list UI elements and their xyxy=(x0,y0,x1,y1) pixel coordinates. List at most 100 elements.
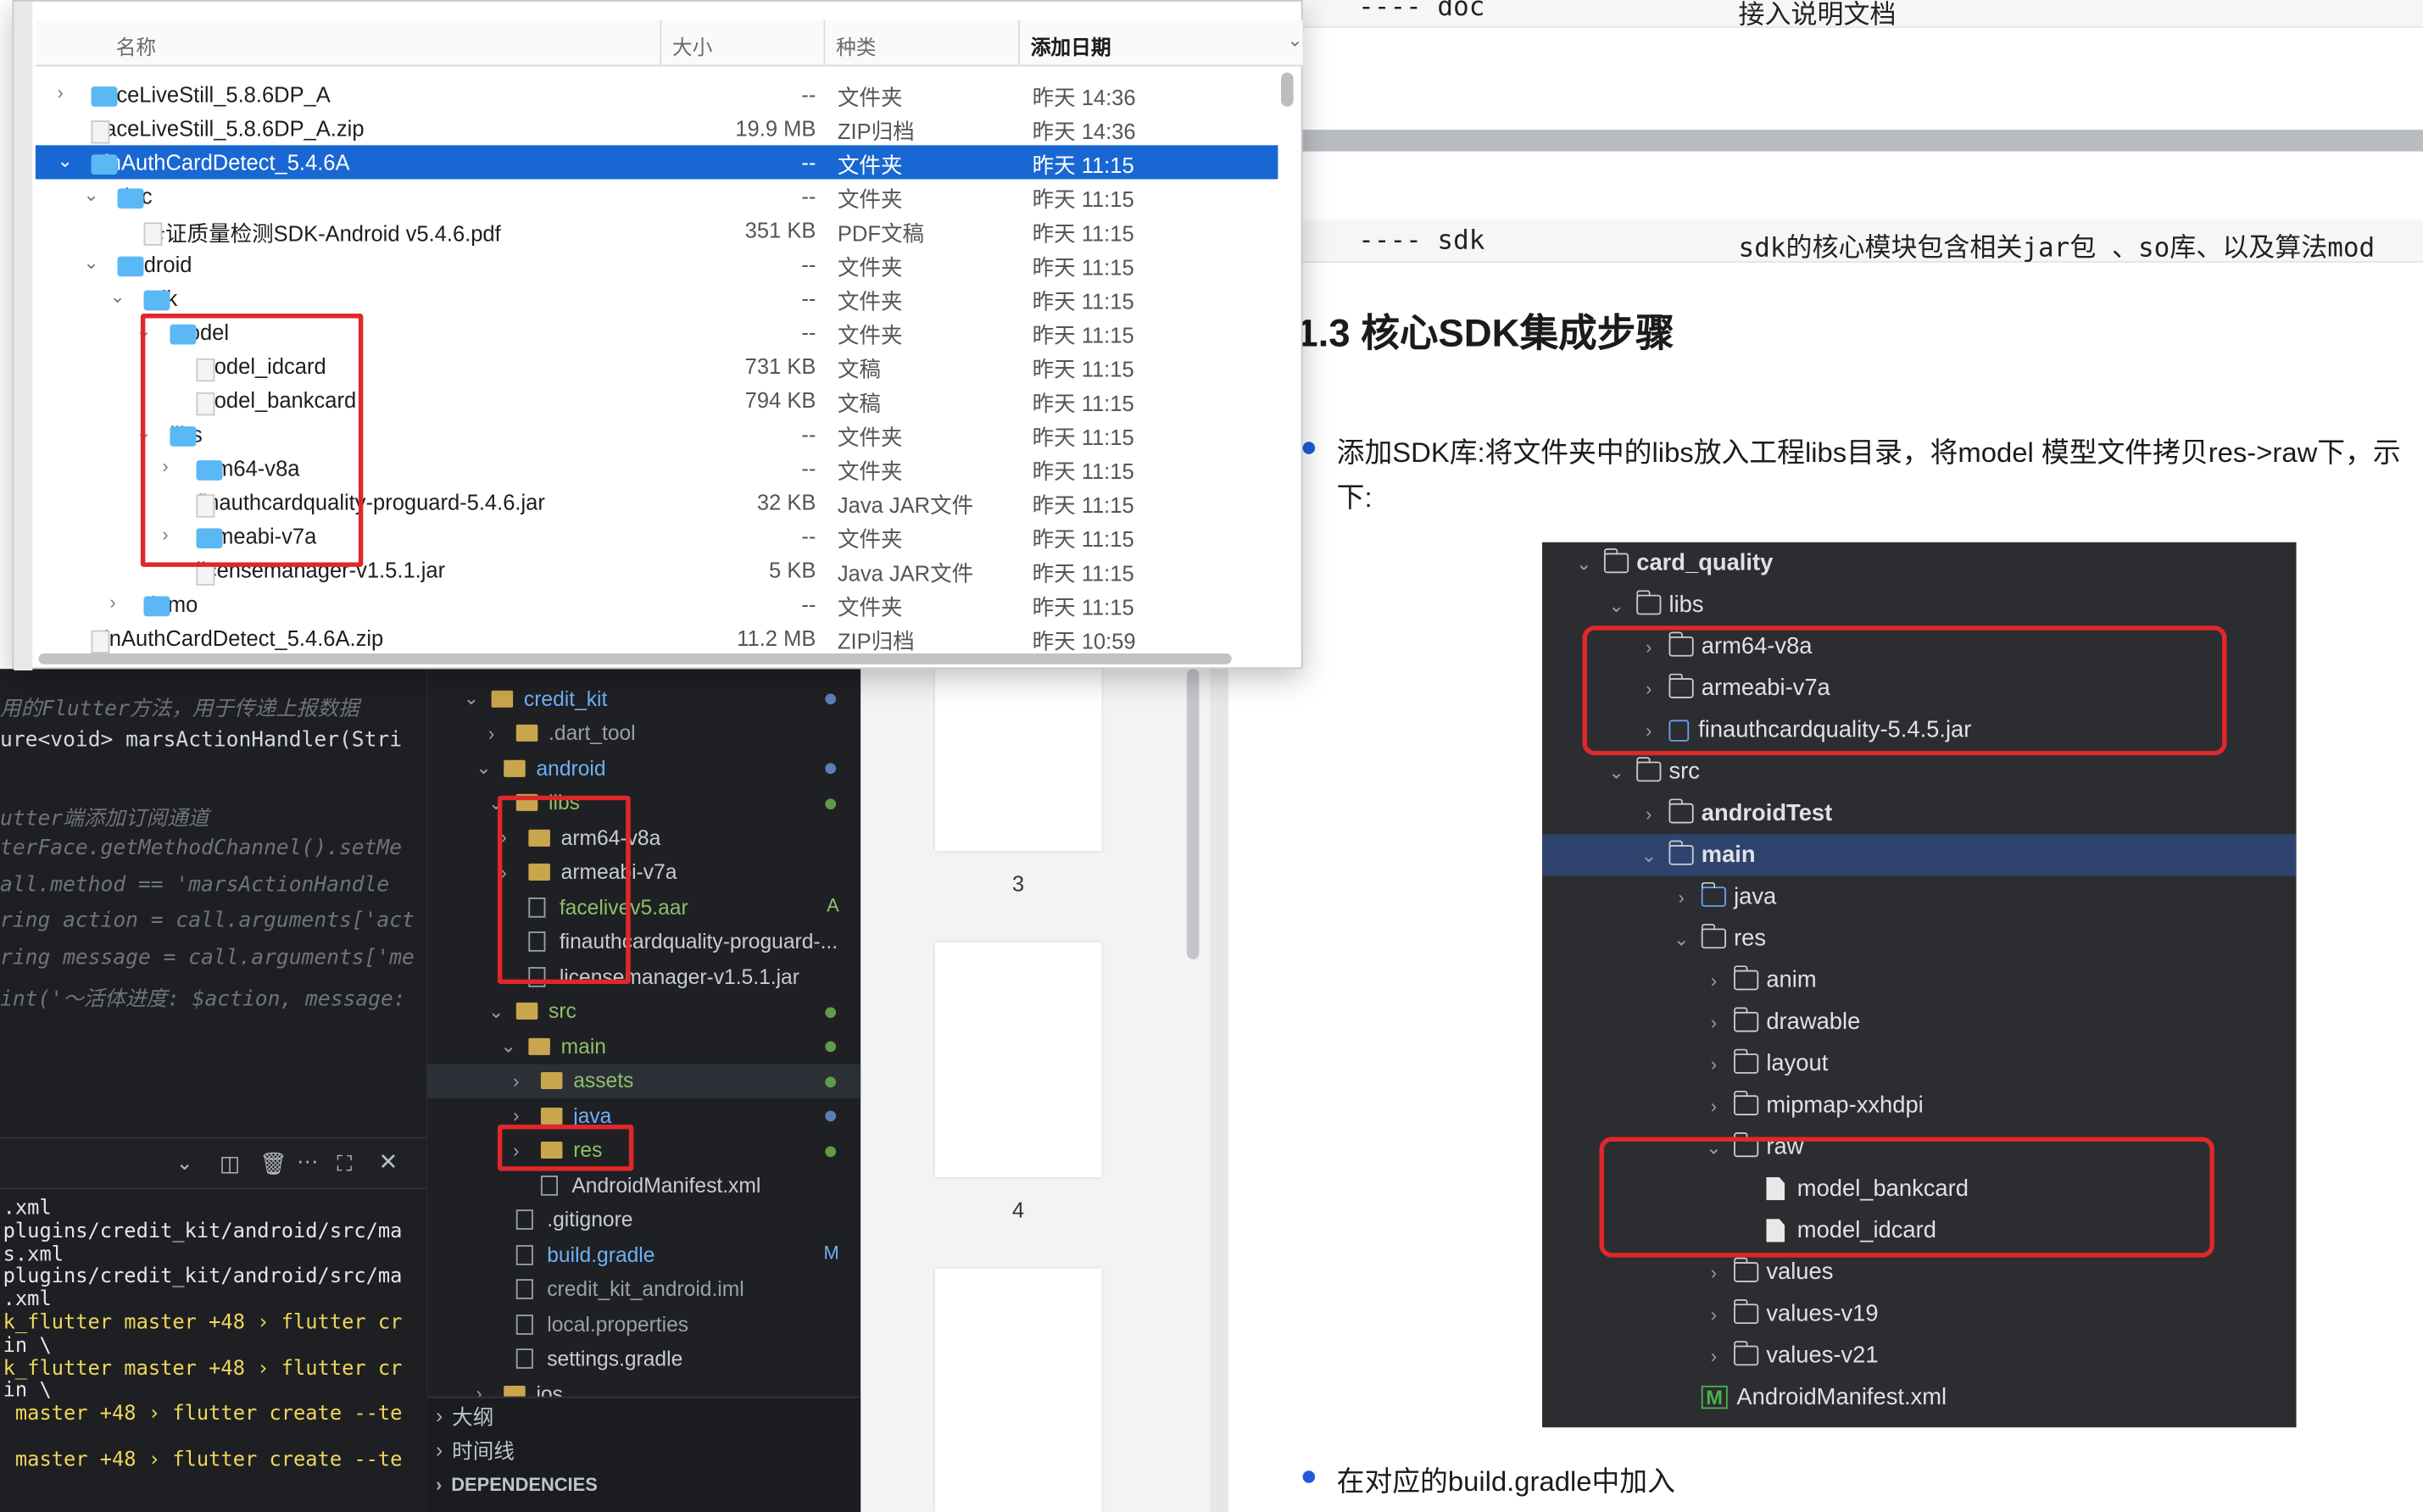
tree-item[interactable]: › drawable xyxy=(1542,1001,2296,1042)
file-row[interactable]: ⌄ FinAuthCardDetect_5.4.6A -- 文件夹 昨天 11:15 xyxy=(35,145,1278,180)
tree-item[interactable]: › java xyxy=(1542,876,2296,917)
chevron-down-icon[interactable]: ⌄ xyxy=(83,252,98,274)
tree-item[interactable]: › androidTest xyxy=(1542,792,2296,834)
tree-item[interactable]: › mipmap-xxhdpi xyxy=(1542,1085,2296,1126)
tree-item[interactable]: › values-v19 xyxy=(1542,1293,2296,1335)
chevron-down-icon[interactable]: ⌄ xyxy=(1674,929,1689,948)
chevron-down-icon[interactable]: ⌄ xyxy=(1608,596,1624,614)
chevron-down-icon[interactable]: ⌄ xyxy=(83,184,98,206)
tree-item[interactable]: ⌄ res xyxy=(1542,918,2296,959)
section-outline[interactable]: › 大纲 xyxy=(436,1398,493,1432)
explorer-item[interactable]: › arm64-v8a xyxy=(426,820,861,854)
file-row[interactable]: ⌄ doc -- 文件夹 昨天 11:15 xyxy=(36,179,1278,213)
tree-item[interactable]: › values-v21 xyxy=(1542,1335,2296,1376)
chevron-right-icon[interactable]: › xyxy=(513,1070,532,1092)
chevron-down-icon[interactable]: ⌄ xyxy=(1576,553,1591,572)
folder-icon xyxy=(528,1037,550,1054)
chevron-down-icon[interactable]: ⌄ xyxy=(176,1151,193,1176)
chevron-down-icon[interactable]: ⌄ xyxy=(488,1000,507,1022)
chevron-down-icon[interactable]: ⌄ xyxy=(501,1035,520,1057)
tree-item[interactable]: M AndroidManifest.xml xyxy=(1542,1376,2296,1418)
explorer-item[interactable]: build.gradle M xyxy=(426,1237,861,1271)
explorer-item[interactable]: AndroidManifest.xml xyxy=(426,1168,861,1202)
explorer-item[interactable]: credit_kit_android.iml xyxy=(426,1272,861,1306)
vertical-scrollbar[interactable] xyxy=(1281,72,1294,107)
split-icon[interactable]: ◫ xyxy=(220,1151,240,1177)
tree-item[interactable]: › layout xyxy=(1542,1042,2296,1084)
tree-item[interactable]: ⌄ libs xyxy=(1542,584,2296,625)
tree-item[interactable]: ⌄ card_quality xyxy=(1542,542,2296,584)
tree-item[interactable]: › anim xyxy=(1542,959,2296,1001)
chevron-down-icon[interactable]: ⌄ xyxy=(1641,846,1657,864)
column-kind[interactable]: 种类 xyxy=(836,31,876,60)
explorer-item[interactable]: local.properties xyxy=(426,1307,861,1341)
explorer-item[interactable]: settings.gradle xyxy=(426,1342,861,1376)
explorer-item[interactable]: facelivev5.aar A xyxy=(426,890,861,924)
chevron-right-icon[interactable]: › xyxy=(488,722,507,744)
explorer-item[interactable]: ⌄ credit_kit xyxy=(426,681,861,715)
chevron-down-icon[interactable]: ⌄ xyxy=(1287,30,1302,52)
explorer-item[interactable]: licensemanager-v1.5.1.jar xyxy=(426,959,861,993)
spacer[interactable] xyxy=(1674,1390,1689,1405)
explorer-item[interactable]: › assets xyxy=(426,1063,861,1098)
explorer-item[interactable]: ⌄ libs xyxy=(426,786,861,820)
chevron-right-icon[interactable]: › xyxy=(1706,971,1721,990)
chevron-down-icon[interactable]: ⌄ xyxy=(109,286,125,308)
explorer-item[interactable]: .gitignore xyxy=(426,1203,861,1237)
chevron-down-icon[interactable]: ⌄ xyxy=(464,687,482,709)
explorer-item[interactable]: ⌄ src xyxy=(426,994,861,1028)
chevron-right-icon[interactable]: › xyxy=(1706,1263,1721,1281)
column-name[interactable]: 名称 xyxy=(116,31,156,60)
more-icon[interactable]: ··· xyxy=(297,1148,319,1172)
file-size: 731 KB xyxy=(744,353,816,379)
chevron-down-icon[interactable]: ⌄ xyxy=(57,150,72,172)
explorer-item[interactable]: › java xyxy=(426,1098,861,1132)
file-row[interactable]: FinAuthCardDetect_5.4.6A.zip 11.2 MB ZIP归档… xyxy=(36,621,1278,655)
chevron-right-icon[interactable]: › xyxy=(1706,1304,1721,1323)
close-icon[interactable]: ✕ xyxy=(379,1148,398,1176)
explorer-item[interactable]: finauthcardquality-proguard-... xyxy=(426,925,861,959)
pdf-page-thumbnail[interactable] xyxy=(934,942,1102,1177)
file-row[interactable]: FaceLiveStill_5.8.6DP_A.zip 19.9 MB ZIP归档 昨… xyxy=(36,111,1278,145)
file-row[interactable]: › FaceLiveStill_5.8.6DP_A -- 文件夹 昨天 14:36 xyxy=(36,77,1278,111)
chevron-down-icon[interactable]: ⌄ xyxy=(476,757,494,779)
explorer-item[interactable]: › res xyxy=(426,1133,861,1167)
tree-item-label: card_quality xyxy=(1636,549,1774,576)
file-kind: 文件夹 xyxy=(837,322,903,348)
chevron-right-icon[interactable]: › xyxy=(57,82,63,104)
trash-icon[interactable]: 🗑 xyxy=(259,1151,287,1177)
explorer-item[interactable]: › .dart_tool xyxy=(426,716,861,750)
chevron-down-icon[interactable]: ⌄ xyxy=(1608,763,1624,781)
file-row[interactable]: 卡证质量检测SDK-Android v5.4.6.pdf 351 KB PDF文稿 昨… xyxy=(36,214,1278,247)
tree-item[interactable]: › values xyxy=(1542,1251,2296,1292)
pdf-page-thumbnail[interactable] xyxy=(934,669,1102,852)
chevron-right-icon[interactable]: › xyxy=(109,592,115,614)
file-kind: PDF文稿 xyxy=(837,220,924,246)
terminal-line: master +48 › flutter create --te xyxy=(3,1448,403,1472)
section-dependencies[interactable]: › DEPENDENCIES xyxy=(436,1468,598,1502)
code-editor: 用的Flutter方法，用于传递上报数据 ure<void> marsAction… xyxy=(0,669,427,1512)
chevron-right-icon[interactable]: › xyxy=(513,1104,532,1126)
code-line: terFace.getMethodChannel().setMe xyxy=(0,836,403,861)
chevron-right-icon[interactable]: › xyxy=(1641,804,1657,823)
chevron-right-icon[interactable]: › xyxy=(1706,1096,1721,1115)
explorer-item[interactable]: › armeabi-v7a xyxy=(426,855,861,889)
chevron-right-icon[interactable]: › xyxy=(1706,1346,1721,1365)
maximize-icon[interactable]: ⛶ xyxy=(337,1151,352,1177)
horizontal-scrollbar[interactable] xyxy=(38,653,1232,664)
section-timeline[interactable]: › 时间线 xyxy=(436,1432,515,1466)
chevron-right-icon[interactable]: › xyxy=(1674,887,1689,906)
file-row[interactable]: ⌄ Android -- 文件夹 昨天 11:15 xyxy=(36,247,1278,281)
scrollbar[interactable] xyxy=(1186,669,1200,959)
column-date[interactable]: 添加日期 xyxy=(1031,31,1111,60)
file-row[interactable]: › demo -- 文件夹 昨天 11:15 xyxy=(36,587,1278,621)
tree-item[interactable]: ⌄ main xyxy=(1542,834,2297,876)
pdf-page-thumbnail[interactable] xyxy=(934,1268,1102,1512)
explorer-item[interactable]: ⌄ android xyxy=(426,751,861,785)
explorer-item[interactable]: ⌄ main xyxy=(426,1029,861,1063)
chevron-right-icon[interactable]: › xyxy=(1706,1054,1721,1073)
file-row[interactable]: ⌄ sdk -- 文件夹 昨天 11:15 xyxy=(36,281,1278,315)
tree-item[interactable]: ⌄ src xyxy=(1542,751,2296,792)
chevron-right-icon[interactable]: › xyxy=(1706,1013,1721,1031)
column-size[interactable]: 大小 xyxy=(672,31,712,60)
